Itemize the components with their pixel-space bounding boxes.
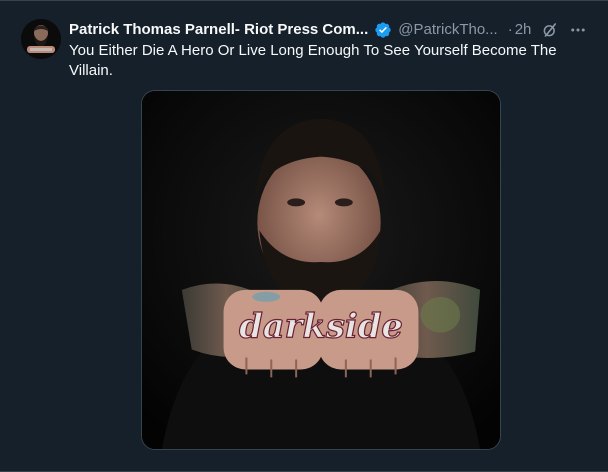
tweet-text: You Either Die A Hero Or Live Long Enoug… [69,42,557,79]
more-options-icon[interactable] [569,21,587,39]
tweet-media-image[interactable]: darkside [141,90,501,450]
separator-dot: · [507,21,513,38]
grok-icon[interactable] [541,21,559,39]
avatar-image [21,19,61,59]
verified-badge-icon [375,22,391,38]
user-handle[interactable]: @PatrickTho... [398,20,497,40]
knuckle-tattoo-text: darkside [239,306,403,346]
tweet-post[interactable]: Patrick Thomas Parnell- Riot Press Com..… [0,0,608,472]
display-name[interactable]: Patrick Thomas Parnell- Riot Press Com..… [69,20,368,40]
photo-man-fists: darkside [142,91,500,449]
avatar[interactable] [21,19,61,59]
tweet-header: Patrick Thomas Parnell- Riot Press Com..… [69,19,594,41]
timestamp[interactable]: 2h [515,20,532,40]
